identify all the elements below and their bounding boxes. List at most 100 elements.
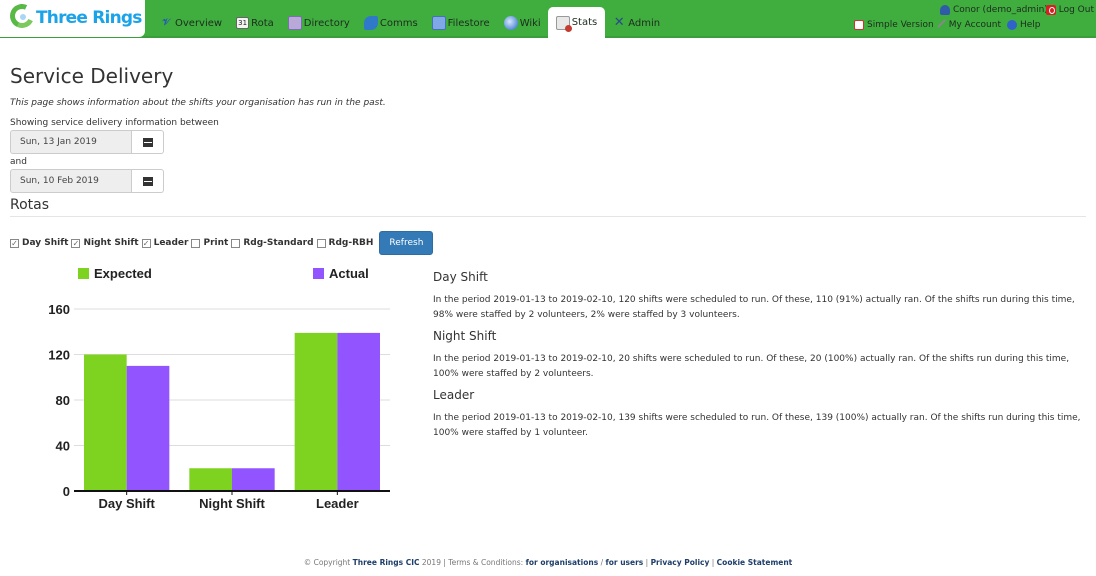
page-title: Service Delivery bbox=[10, 64, 174, 88]
help-icon bbox=[1006, 20, 1017, 30]
rota-label: Print bbox=[203, 238, 229, 248]
rota-label: Rdg-Standard bbox=[243, 238, 314, 248]
nav-label: Comms bbox=[379, 17, 418, 29]
terms-users-link[interactable]: for users bbox=[605, 558, 643, 567]
nav-stats[interactable]: Stats bbox=[547, 7, 606, 38]
x-tick-label: Night Shift bbox=[199, 496, 265, 511]
rota-label: Day Shift bbox=[22, 238, 69, 248]
checkbox[interactable]: ✓ bbox=[141, 238, 151, 248]
user-icon bbox=[940, 5, 950, 15]
x-tick-label: Leader bbox=[316, 496, 359, 511]
overview-icon: 𝒱 bbox=[162, 18, 170, 28]
end-date-calendar-button[interactable] bbox=[132, 169, 164, 193]
end-date-input[interactable] bbox=[10, 169, 132, 193]
power-icon bbox=[1045, 5, 1056, 15]
privacy-policy-link[interactable]: Privacy Policy bbox=[651, 558, 710, 567]
bar-actual-day-shift bbox=[126, 365, 170, 491]
stats-icon bbox=[555, 15, 572, 32]
y-tick-label: 120 bbox=[48, 348, 70, 363]
y-tick-label: 40 bbox=[56, 439, 70, 454]
directory-icon bbox=[287, 16, 302, 30]
rota-checkbox-rdg-rbh[interactable]: Rdg-RBH bbox=[316, 238, 374, 248]
start-date-picker bbox=[10, 130, 164, 154]
logout-link[interactable]: Log Out bbox=[1045, 5, 1094, 15]
nav-wiki[interactable]: Wiki bbox=[497, 8, 548, 38]
summary-text: In the period 2019-01-13 to 2019-02-10, … bbox=[433, 295, 1075, 320]
logo-text: Three Rings bbox=[36, 8, 142, 28]
rota-summaries: Day Shift In the period 2019-01-13 to 20… bbox=[433, 270, 1093, 447]
logo[interactable]: Three Rings bbox=[0, 0, 145, 37]
cookie-statement-link[interactable]: Cookie Statement bbox=[717, 558, 793, 567]
nav-label: Filestore bbox=[447, 17, 490, 29]
summary-leader: Leader In the period 2019-01-13 to 2019-… bbox=[433, 388, 1093, 441]
terms-organisations-link[interactable]: for organisations bbox=[526, 558, 599, 567]
help-link[interactable]: Help bbox=[1006, 20, 1041, 30]
nav-filestore[interactable]: Filestore bbox=[425, 8, 497, 38]
summary-title: Leader bbox=[433, 388, 475, 402]
refresh-button[interactable]: Refresh bbox=[379, 231, 434, 255]
help-label: Help bbox=[1019, 20, 1041, 30]
x-tick-label: Day Shift bbox=[98, 496, 155, 511]
user-profile-link[interactable]: Conor (demo_admin) bbox=[940, 5, 1048, 15]
user-area: Conor (demo_admin) Log Out Simple Versio… bbox=[836, 0, 1096, 38]
legend-label-expected: Expected bbox=[94, 266, 152, 281]
bar-expected-night-shift bbox=[189, 468, 232, 491]
nav-label: Directory bbox=[303, 17, 350, 29]
my-account-link[interactable]: My Account bbox=[937, 19, 1001, 31]
rota-label: Leader bbox=[153, 238, 189, 248]
start-date-calendar-button[interactable] bbox=[132, 130, 164, 154]
checkbox[interactable]: ✓ bbox=[10, 238, 19, 248]
simple-version-link[interactable]: Simple Version bbox=[854, 20, 934, 30]
rota-checkbox-leader[interactable]: ✓ Leader bbox=[141, 238, 189, 248]
main-content: Service Delivery This page shows informa… bbox=[10, 60, 1086, 255]
checkbox[interactable]: ✓ bbox=[71, 238, 81, 248]
calendar-icon bbox=[142, 176, 153, 186]
rota-label: Night Shift bbox=[83, 238, 139, 248]
nav-directory[interactable]: Directory bbox=[281, 8, 357, 38]
wrench-icon bbox=[937, 19, 949, 31]
terms-label: Terms & Conditions: bbox=[448, 558, 524, 567]
nav-overview[interactable]: 𝒱 Overview bbox=[152, 8, 229, 38]
rota-label: Rdg-RBH bbox=[328, 238, 374, 248]
logout-label: Log Out bbox=[1058, 5, 1094, 15]
rota-checkbox-night-shift[interactable]: ✓ Night Shift bbox=[71, 238, 139, 248]
nav-comms[interactable]: Comms bbox=[357, 8, 425, 38]
copyright-text: © Copyright bbox=[303, 558, 351, 567]
summary-night-shift: Night Shift In the period 2019-01-13 to … bbox=[433, 329, 1093, 382]
legend-swatch-actual bbox=[313, 268, 324, 279]
and-label: and bbox=[10, 157, 27, 167]
service-delivery-chart: 0 40 80 120 160 Day Shift Night Shift Leader Exp… bbox=[0, 258, 420, 528]
main-nav: 𝒱 Overview 31 Rota Directory Comms Files… bbox=[152, 0, 667, 38]
bar-expected-leader bbox=[294, 332, 338, 491]
bar-chart: 0 40 80 120 160 Day Shift Night Shift Leader Exp… bbox=[48, 266, 390, 511]
rota-checkbox-rdg-standard[interactable]: Rdg-Standard bbox=[231, 238, 314, 248]
checkbox[interactable] bbox=[316, 238, 326, 248]
nav-admin[interactable]: ✕ Admin bbox=[605, 8, 667, 38]
org-link[interactable]: Three Rings CIC bbox=[353, 558, 420, 567]
legend-label-actual: Actual bbox=[329, 266, 369, 281]
user-name: Conor (demo_admin) bbox=[953, 5, 1048, 15]
top-nav-bar: Three Rings 𝒱 Overview 31 Rota Directory… bbox=[0, 0, 1096, 38]
rotas-heading: Rotas bbox=[10, 197, 1086, 217]
summary-title: Night Shift bbox=[433, 329, 497, 343]
date-range-label: Showing service delivery information bet… bbox=[10, 118, 219, 128]
user-links: Simple Version My Account Help bbox=[854, 19, 1041, 31]
rota-checkbox-day-shift[interactable]: ✓ Day Shift bbox=[10, 238, 68, 248]
rota-filter-row: ✓ Day Shift ✓ Night Shift ✓ Leader Print Rd… bbox=[10, 231, 1086, 255]
nav-rota[interactable]: 31 Rota bbox=[229, 8, 281, 38]
logo-person-icon bbox=[18, 12, 28, 22]
summary-day-shift: Day Shift In the period 2019-01-13 to 20… bbox=[433, 270, 1093, 323]
checkbox[interactable] bbox=[191, 238, 201, 248]
nav-label: Overview bbox=[175, 17, 223, 29]
start-date-input[interactable] bbox=[10, 130, 132, 154]
bar-actual-night-shift bbox=[232, 468, 275, 491]
page-intro: This page shows information about the sh… bbox=[10, 98, 386, 108]
summary-title: Day Shift bbox=[433, 270, 488, 284]
nav-label: Wiki bbox=[519, 17, 541, 29]
checkbox[interactable] bbox=[231, 238, 241, 248]
rota-checkbox-print[interactable]: Print bbox=[191, 238, 228, 248]
summary-text: In the period 2019-01-13 to 2019-02-10, … bbox=[433, 413, 1081, 438]
bar-actual-leader bbox=[337, 332, 380, 491]
folder-icon bbox=[431, 16, 446, 30]
bar-expected-day-shift bbox=[84, 354, 127, 491]
